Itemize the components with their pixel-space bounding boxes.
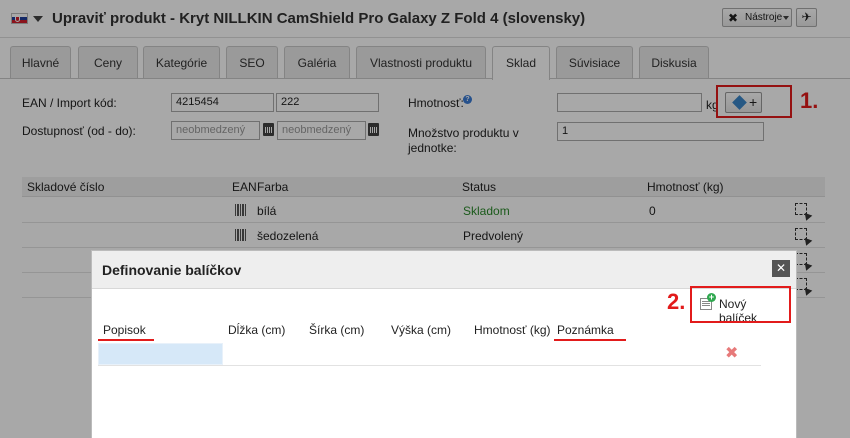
package-row[interactable]: ✖ [98,343,761,366]
close-button[interactable]: ✕ [772,260,790,277]
col-height: Výška (cm) [391,323,451,337]
col-length: Dĺžka (cm) [228,323,286,337]
col-description: Popisok [103,323,146,337]
dialog-header: Definovanie balíčkov ✕ [92,251,796,289]
packages-dialog: Definovanie balíčkov ✕ Nový balíček 2. P… [91,250,797,438]
col-width: Šírka (cm) [309,323,365,337]
dialog-title: Definovanie balíčkov [102,262,242,278]
description-cell-editing[interactable] [98,343,223,365]
highlight-box-2 [690,286,791,323]
description-underline [98,339,154,341]
col-weight: Hmotnosť (kg) [474,323,551,337]
step-2-annotation: 2. [667,289,686,314]
note-underline [554,339,626,341]
close-icon: ✕ [775,261,787,275]
delete-icon[interactable]: ✖ [725,345,738,363]
col-note: Poznámka [557,323,614,337]
